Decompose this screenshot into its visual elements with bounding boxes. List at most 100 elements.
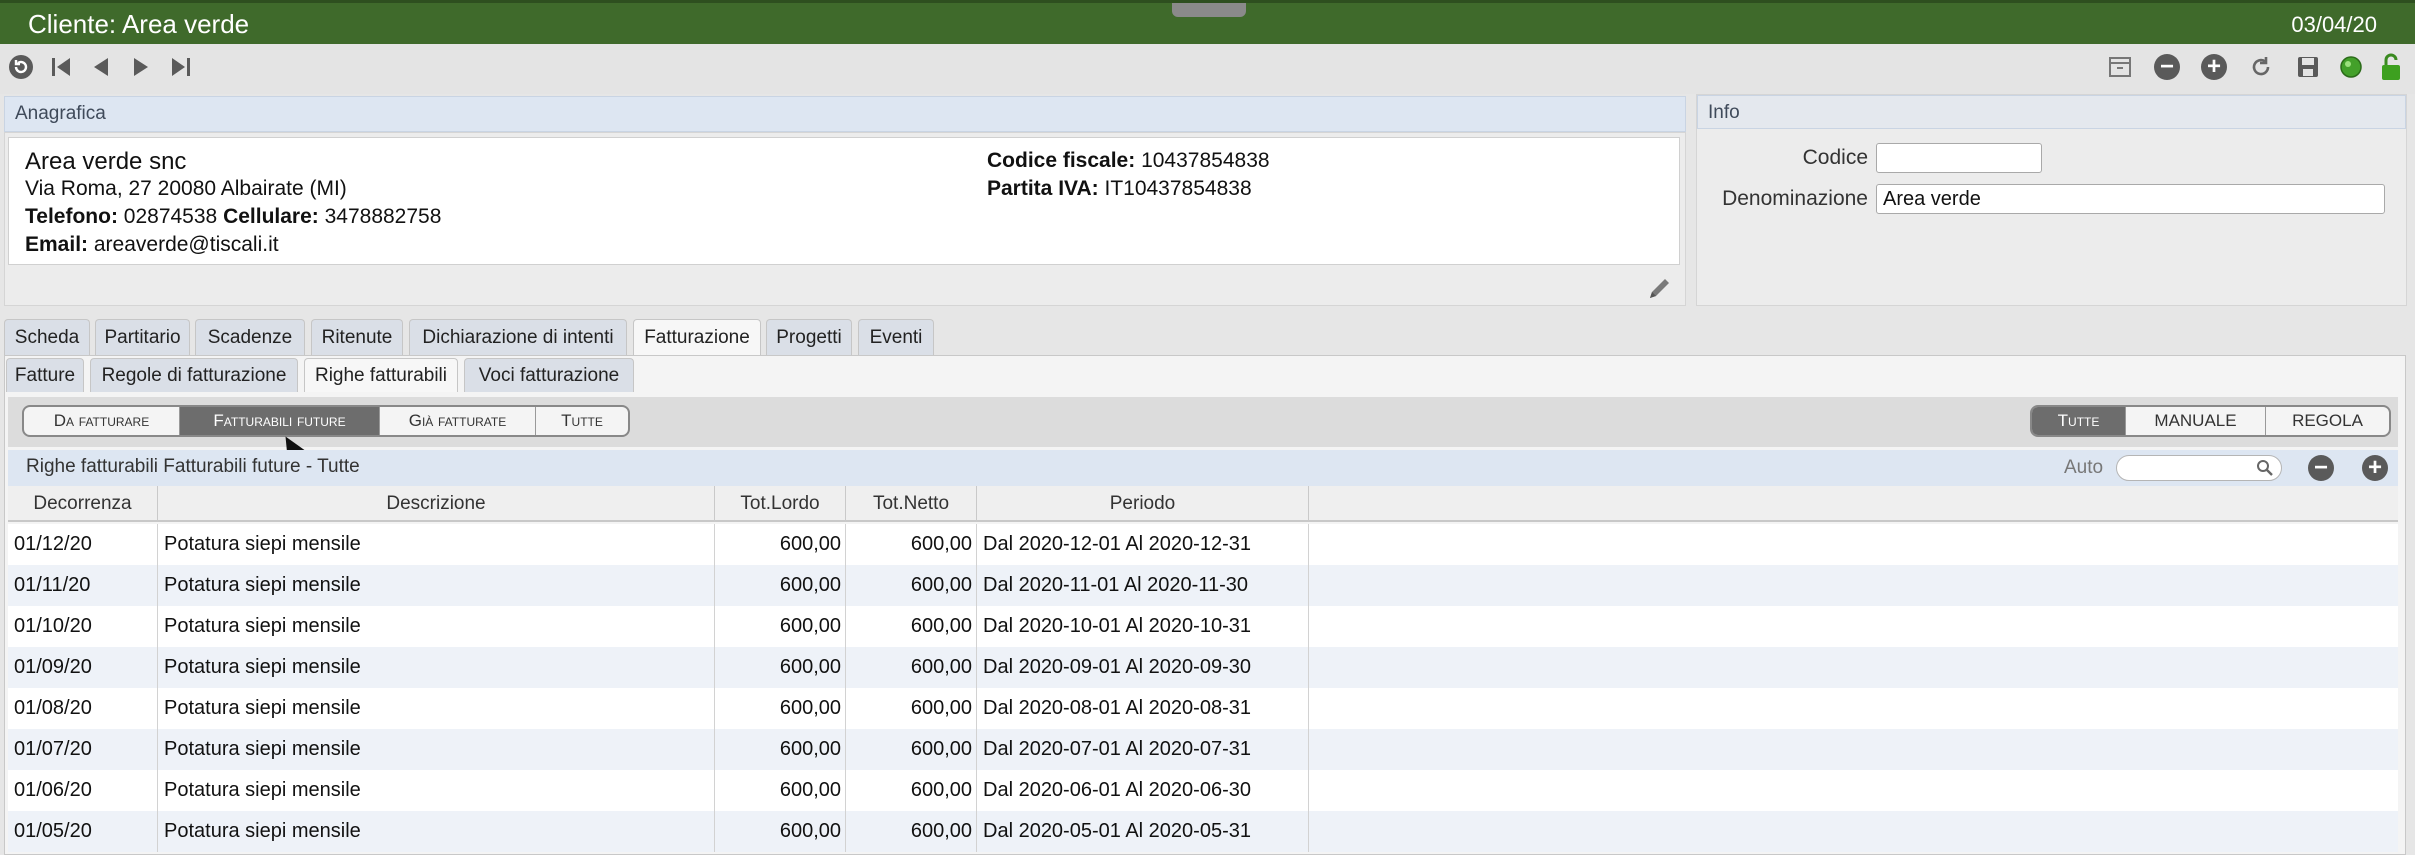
cell-descrizione: Potatura siepi mensile xyxy=(158,524,715,565)
filter-gia-fatturate[interactable]: Già fatturate xyxy=(380,407,536,435)
table-row[interactable]: 01/06/20 Potatura siepi mensile 600,00 600,… xyxy=(8,770,2398,811)
cell-descrizione: Potatura siepi mensile xyxy=(158,770,715,811)
cell-decorrenza: 01/11/20 xyxy=(8,565,158,606)
source-filter: Tutte MANUALE REGOLA xyxy=(2030,405,2391,437)
table-row[interactable]: 01/09/20 Potatura siepi mensile 600,00 600,… xyxy=(8,647,2398,688)
tab-ritenute[interactable]: Ritenute xyxy=(311,319,403,355)
col-periodo[interactable]: Periodo xyxy=(977,486,1309,522)
cell-periodo: Dal 2020-05-01 Al 2020-05-31 xyxy=(977,811,1309,852)
unlock-icon[interactable] xyxy=(2376,52,2406,82)
refresh-icon[interactable] xyxy=(6,52,36,82)
cell-tot-netto: 600,00 xyxy=(846,524,977,565)
subtab-voci-fatturazione[interactable]: Voci fatturazione xyxy=(464,358,634,392)
cf-value: 10437854838 xyxy=(1141,149,1270,172)
col-descrizione[interactable]: Descrizione xyxy=(158,486,715,522)
first-record-icon[interactable] xyxy=(46,52,76,82)
cell-tot-netto: 600,00 xyxy=(846,770,977,811)
subtab-regole-fatturazione[interactable]: Regole di fatturazione xyxy=(90,358,298,392)
filter-da-fatturare[interactable]: Da fatturare xyxy=(24,407,180,435)
cell-periodo: Dal 2020-11-01 Al 2020-11-30 xyxy=(977,565,1309,606)
cell-tot-netto: 600,00 xyxy=(846,688,977,729)
filter-fatturabili-future[interactable]: Fatturabili future xyxy=(180,407,380,435)
next-icon[interactable] xyxy=(126,52,156,82)
customer-name: Area verde snc xyxy=(25,148,187,175)
cell-decorrenza: 01/06/20 xyxy=(8,770,158,811)
piva-label: Partita IVA: xyxy=(987,177,1099,200)
subtab-righe-fatturabili[interactable]: Righe fatturabili xyxy=(304,358,458,392)
denominazione-field[interactable]: Area verde xyxy=(1876,184,2385,214)
previous-icon[interactable] xyxy=(86,52,116,82)
cell-tot-lordo: 600,00 xyxy=(715,565,846,606)
cell-tot-netto: 600,00 xyxy=(846,565,977,606)
undo-icon[interactable] xyxy=(2246,52,2276,82)
anagrafica-title: Anagrafica xyxy=(15,103,106,124)
edit-pencil-icon[interactable] xyxy=(1646,274,1674,302)
remove-icon[interactable]: − xyxy=(2152,52,2182,82)
tab-scadenze[interactable]: Scadenze xyxy=(195,319,305,355)
cell-tot-lordo: 600,00 xyxy=(715,524,846,565)
list-title: Righe fatturabili Fatturabili future - T… xyxy=(26,456,360,477)
search-icon xyxy=(2256,459,2274,477)
codice-fiscale: Codice fiscale: 10437854838 xyxy=(987,149,1270,173)
table-header: Decorrenza Descrizione Tot.Lordo Tot.Net… xyxy=(8,486,2398,522)
remove-row-icon[interactable]: − xyxy=(2308,455,2334,481)
customer-address: Via Roma, 27 20080 Albairate (MI) xyxy=(25,177,347,200)
col-decorrenza[interactable]: Decorrenza xyxy=(8,486,158,522)
denominazione-label: Denominazione xyxy=(1722,187,1868,210)
table-row[interactable]: 01/11/20 Potatura siepi mensile 600,00 600,… xyxy=(8,565,2398,606)
codice-field[interactable] xyxy=(1876,143,2042,173)
cell-tot-netto: 600,00 xyxy=(846,729,977,770)
cell-descrizione: Potatura siepi mensile xyxy=(158,647,715,688)
cell-decorrenza: 01/05/20 xyxy=(8,811,158,852)
cell-tot-netto: 600,00 xyxy=(846,647,977,688)
piva-value: IT10437854838 xyxy=(1104,177,1252,200)
col-tot-netto[interactable]: Tot.Netto xyxy=(846,486,977,522)
subtab-fatture[interactable]: Fatture xyxy=(6,358,84,392)
tab-fatturazione[interactable]: Fatturazione xyxy=(633,319,761,355)
source-manuale[interactable]: MANUALE xyxy=(2126,407,2266,435)
tab-partitario[interactable]: Partitario xyxy=(95,319,190,355)
email-value: areaverde@tiscali.it xyxy=(93,233,279,256)
filter-tutte[interactable]: Tutte xyxy=(536,407,628,435)
cell-periodo: Dal 2020-09-01 Al 2020-09-30 xyxy=(977,647,1309,688)
table-row[interactable]: 01/05/20 Potatura siepi mensile 600,00 600,… xyxy=(8,811,2398,852)
customer-email: Email: areaverde@tiscali.it xyxy=(25,233,279,257)
info-title: Info xyxy=(1708,102,1740,123)
last-record-icon[interactable] xyxy=(166,52,196,82)
cell-periodo: Dal 2020-08-01 Al 2020-08-31 xyxy=(977,688,1309,729)
cell-tot-lordo: 600,00 xyxy=(715,811,846,852)
phone-label: Telefono: xyxy=(25,205,118,228)
tab-dichiarazione-intenti[interactable]: Dichiarazione di intenti xyxy=(409,319,627,355)
anagrafica-header: Anagrafica xyxy=(4,96,1686,132)
tab-eventi[interactable]: Eventi xyxy=(858,319,934,355)
source-tutte[interactable]: Tutte xyxy=(2032,407,2126,435)
table-row[interactable]: 01/08/20 Potatura siepi mensile 600,00 600,… xyxy=(8,688,2398,729)
save-icon[interactable] xyxy=(2293,52,2323,82)
cell-tot-lordo: 600,00 xyxy=(715,688,846,729)
table-row[interactable]: 01/12/20 Potatura siepi mensile 600,00 600,… xyxy=(8,524,2398,565)
table-row[interactable]: 01/07/20 Potatura siepi mensile 600,00 600,… xyxy=(8,729,2398,770)
tab-progetti[interactable]: Progetti xyxy=(766,319,852,355)
cell-descrizione: Potatura siepi mensile xyxy=(158,565,715,606)
cell-descrizione: Potatura siepi mensile xyxy=(158,606,715,647)
add-row-icon[interactable]: + xyxy=(2362,455,2388,481)
source-regola[interactable]: REGOLA xyxy=(2266,407,2389,435)
cell-descrizione: Potatura siepi mensile xyxy=(158,729,715,770)
window-titlebar: Cliente: Area verde 03/04/20 xyxy=(0,0,2415,44)
window-drag-handle[interactable] xyxy=(1172,3,1246,17)
toolbar: − + xyxy=(0,44,2415,94)
col-tot-lordo[interactable]: Tot.Lordo xyxy=(715,486,846,522)
cell-tot-lordo: 600,00 xyxy=(715,770,846,811)
add-icon[interactable]: + xyxy=(2199,52,2229,82)
tab-scheda[interactable]: Scheda xyxy=(4,319,90,355)
cell-tot-lordo: 600,00 xyxy=(715,729,846,770)
table-row[interactable]: 01/10/20 Potatura siepi mensile 600,00 600,… xyxy=(8,606,2398,647)
cell-tot-lordo: 600,00 xyxy=(715,606,846,647)
customer-phones: Telefono: 02874538 Cellulare: 3478882758 xyxy=(25,205,441,229)
info-header: Info xyxy=(1697,95,2406,129)
cell-periodo: Dal 2020-12-01 Al 2020-12-31 xyxy=(977,524,1309,565)
mobile-value: 3478882758 xyxy=(324,205,442,228)
cf-label: Codice fiscale: xyxy=(987,149,1136,172)
status-green-icon xyxy=(2336,52,2366,82)
archive-icon[interactable] xyxy=(2105,52,2135,82)
